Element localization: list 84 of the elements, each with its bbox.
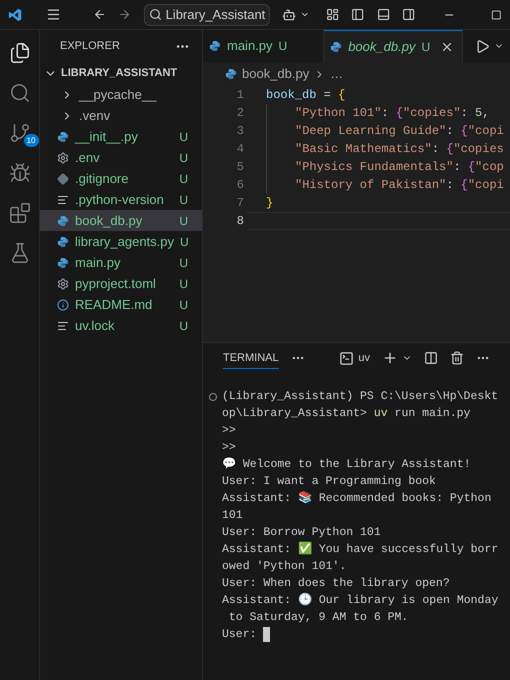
- python-file-icon: [57, 236, 69, 248]
- info-icon: [57, 298, 69, 310]
- panel-right-icon[interactable]: [402, 7, 416, 22]
- terminal-tab[interactable]: TERMINAL: [223, 348, 279, 368]
- python-file-icon: [57, 214, 69, 226]
- file-item[interactable]: uv.lock U: [40, 315, 202, 336]
- run-icon[interactable]: [475, 38, 490, 54]
- code-line: "Basic Mathematics": {"copies: [247, 140, 510, 158]
- folder-item[interactable]: __pycache__: [40, 84, 202, 105]
- terminal-line: User: When does the library open?: [222, 576, 450, 592]
- file-item[interactable]: pyproject.toml U: [40, 273, 202, 294]
- panel-left-icon[interactable]: [351, 7, 365, 22]
- gear-icon: [57, 152, 69, 164]
- terminal-line: User: I want a Programming book: [222, 474, 436, 490]
- app-logo-icon: [8, 6, 22, 22]
- terminal-line: owed 'Python 101'.: [222, 559, 346, 575]
- line-number: 7: [236, 195, 245, 212]
- file-item[interactable]: main.py U: [40, 252, 202, 273]
- line-number: 3: [236, 123, 245, 140]
- line-number: 1: [236, 87, 245, 104]
- file-item[interactable]: README.md U: [40, 294, 202, 315]
- line-number: 6: [236, 177, 245, 194]
- blocks-icon[interactable]: [8, 202, 30, 224]
- python-file-icon: [225, 68, 237, 80]
- gear-icon: [57, 278, 69, 290]
- breadcrumb-file[interactable]: book_db.py: [242, 64, 310, 84]
- root-folder-item[interactable]: LIBRARY_ASSISTANT: [40, 62, 202, 84]
- bug-icon[interactable]: [8, 162, 30, 184]
- folder-item[interactable]: .venv: [40, 105, 202, 126]
- lines-icon: [57, 320, 69, 332]
- python-file-icon: [209, 40, 221, 52]
- terminal-line: >>: [222, 440, 236, 456]
- terminal-line: Assistant: ✅ You have successfully borr: [222, 541, 498, 558]
- line-number: 5: [236, 159, 245, 176]
- python-file-icon: [330, 40, 342, 52]
- layout-icon[interactable]: [326, 7, 340, 22]
- maximize-icon[interactable]: [491, 8, 502, 20]
- code-line: "Python 101": {"copies": 5,: [247, 104, 510, 122]
- line-number: 8: [236, 213, 245, 230]
- editor-tab[interactable]: book_db.py U: [324, 30, 464, 62]
- file-item[interactable]: .gitignore U: [40, 168, 202, 189]
- search-icon[interactable]: [8, 82, 30, 104]
- count-badge: 10: [24, 134, 38, 147]
- python-file-icon: [57, 130, 69, 142]
- file-item[interactable]: library_agents.py U: [40, 231, 202, 252]
- back-icon[interactable]: [93, 7, 106, 22]
- trash-icon[interactable]: [450, 351, 464, 365]
- terminal-line: User:: [222, 627, 258, 643]
- search-field[interactable]: Library_Assistant: [144, 4, 270, 26]
- terminal-line: to Saturday, 9 AM to 6 PM.: [228, 610, 408, 626]
- diamond-icon: [57, 172, 69, 184]
- terminal-line: (Library_Assistant) PS C:\Users\Hp\Deskt: [222, 389, 498, 405]
- shell-name[interactable]: uv: [358, 350, 370, 366]
- code-line: }: [265, 195, 274, 212]
- line-number: 4: [236, 141, 245, 158]
- file-item[interactable]: __init__.py U: [40, 126, 202, 147]
- file-item[interactable]: book_db.py U: [40, 210, 202, 231]
- code-line: book_db = {: [265, 87, 346, 104]
- search-text: Library_Assistant: [166, 6, 266, 24]
- terminal-icon[interactable]: [339, 350, 354, 366]
- code-line: "Physics Fundamentals": {"cop: [247, 158, 510, 176]
- line-number: 2: [236, 105, 245, 122]
- code-line: "History of Pakistan": {"copi: [247, 176, 510, 194]
- file-item[interactable]: .python-version U: [40, 189, 202, 210]
- terminal-line: Assistant: 📚 Recommended books: Python: [222, 490, 492, 507]
- terminal-line: User: Borrow Python 101: [222, 525, 381, 541]
- terminal-line: 💬 Welcome to the Library Assistant!: [222, 456, 471, 473]
- terminal-line: op\Library_Assistant> uv run main.py: [222, 406, 470, 422]
- terminal-line: >>: [222, 423, 236, 439]
- terminal-line: Assistant: 🕒 Our library is open Monday: [222, 592, 498, 609]
- forward-icon[interactable]: [118, 7, 132, 22]
- lines-icon: [57, 194, 69, 206]
- terminal-line: 101: [222, 508, 243, 524]
- explorer-title: EXPLORER: [60, 38, 120, 54]
- panel-bottom-icon[interactable]: [376, 7, 390, 22]
- code-line: "Deep Learning Guide": {"copi: [247, 122, 510, 140]
- python-file-icon: [57, 256, 69, 268]
- search-icon: [148, 8, 162, 21]
- files-icon[interactable]: [8, 42, 30, 64]
- robot-icon[interactable]: [282, 6, 296, 22]
- plus-icon[interactable]: [382, 350, 398, 366]
- split-icon[interactable]: [424, 351, 438, 365]
- breadcrumb-more[interactable]: …: [330, 64, 344, 84]
- file-item[interactable]: .env U: [40, 147, 202, 168]
